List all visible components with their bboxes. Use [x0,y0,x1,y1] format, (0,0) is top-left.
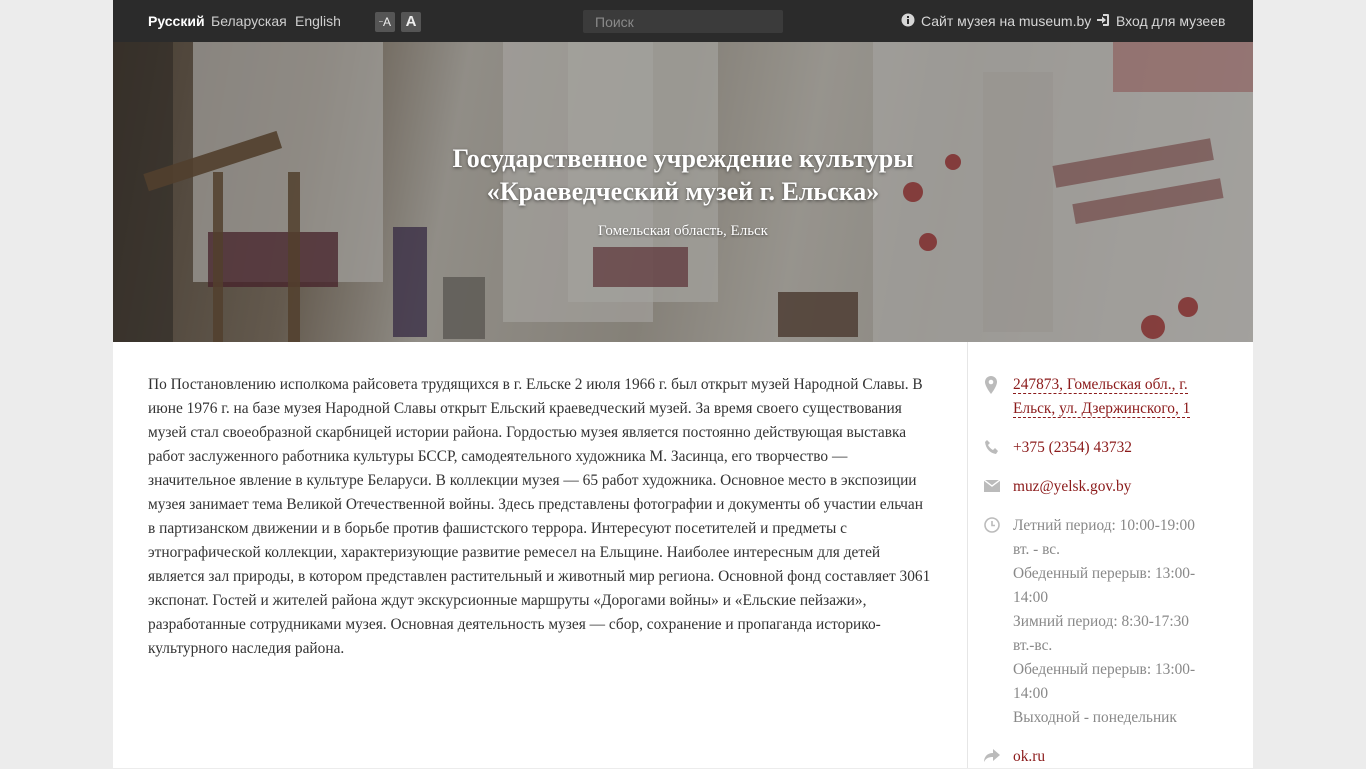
hours-line: Зимний период: 8:30-17:30 [1013,613,1189,630]
envelope-icon [984,480,1000,492]
share-arrow-icon [984,749,1000,762]
museum-title-line1: Государственное учреждение культуры [452,144,914,173]
login-link-label: Вход для музеев [1116,13,1226,29]
hours-line: Обеденный перерыв: 13:00- [1013,661,1196,678]
font-size-decrease-button[interactable]: –A [375,12,395,32]
museum-description: По Постановлению исполкома райсовета тру… [148,376,931,657]
social-link[interactable]: ok.ru [1013,748,1045,765]
hours-line: 14:00 [1013,685,1049,702]
lang-russian[interactable]: Русский [148,13,205,29]
font-size-increase-button[interactable]: A [401,12,421,32]
page: Русский Беларуская English –A A Сайт муз… [113,0,1253,768]
email-row: muz@yelsk.gov.by [1013,475,1233,499]
museum-title-line2: «Краеведческий музей г. Ельска» [486,177,880,206]
login-link[interactable]: Вход для музеев [1096,13,1225,29]
opening-hours: Летний период: 10:00-19:00 вт. - вс. Обе… [1013,514,1233,730]
phone-link[interactable]: +375 (2354) 43732 [1013,439,1132,456]
map-marker-icon [985,376,997,394]
hours-line: вт.-вс. [1013,637,1053,654]
hours-line: Летний период: 10:00-19:00 [1013,517,1195,534]
sign-in-icon [1097,14,1109,26]
font-small-label: A [382,15,391,29]
hero-banner: Государственное учреждение культуры «Кра… [113,42,1253,342]
hours-line: Обеденный перерыв: 13:00- [1013,565,1196,582]
phone-icon [985,440,998,454]
hours-line: вт. - вс. [1013,541,1060,558]
email-link[interactable]: muz@yelsk.gov.by [1013,478,1131,495]
lang-english[interactable]: English [295,13,341,29]
info-circle-icon [901,13,915,27]
phone-row: +375 (2354) 43732 [1013,436,1233,460]
museum-title: Государственное учреждение культуры «Кра… [113,142,1253,208]
address: 247873, Гомельская обл., г. Ельск, ул. Д… [1013,373,1233,421]
museum-site-link[interactable]: Сайт музея на museum.by [901,13,1091,29]
clock-icon [984,517,1000,533]
hours-line: 14:00 [1013,589,1049,606]
lang-belarusian[interactable]: Беларуская [211,13,287,29]
hours-line: Выходной - понедельник [1013,709,1177,726]
search-input[interactable] [583,10,783,33]
museum-site-link-label: Сайт музея на museum.by [921,13,1092,29]
contact-sidebar: 247873, Гомельская обл., г. Ельск, ул. Д… [967,342,1253,768]
font-large-label: A [405,13,417,30]
address-line1[interactable]: 247873, Гомельская обл., г. [1013,376,1188,394]
address-line2[interactable]: Ельск, ул. Дзержинского, 1 [1013,400,1191,418]
social-row: ok.ru [1013,745,1233,769]
top-bar: Русский Беларуская English –A A Сайт муз… [113,0,1253,42]
museum-location: Гомельская область, Ельск [598,223,768,239]
